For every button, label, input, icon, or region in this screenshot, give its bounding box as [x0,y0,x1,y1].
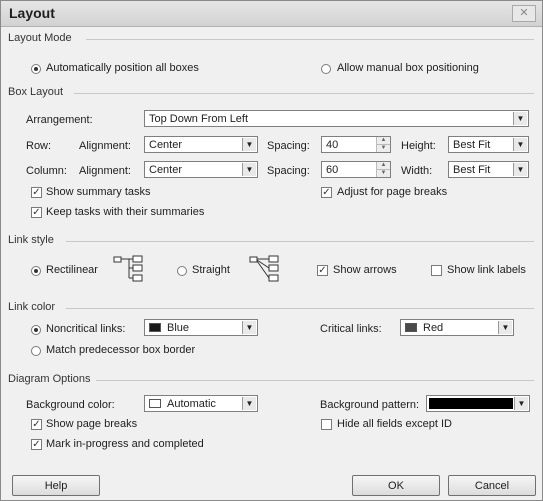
width-label: Width: [401,165,433,177]
separator [86,39,534,40]
height-value: Best Fit [453,139,491,151]
bg-pattern-label: Background pattern: [320,399,420,411]
row-spacing-spinner[interactable]: 40 ▲ ▼ [321,136,391,153]
noncritical-links-label: Noncritical links: [46,323,126,335]
dropdown-arrow-icon: ▼ [513,138,527,151]
close-button[interactable]: ✕ [512,5,536,22]
spin-up-icon[interactable]: ▲ [377,137,390,145]
match-predecessor-radio[interactable] [31,346,41,356]
column-spacing-value: 60 [326,164,339,176]
critical-links-label: Critical links: [320,323,382,335]
manual-position-radio[interactable] [321,64,331,74]
dropdown-arrow-icon: ▼ [242,397,256,410]
close-icon: ✕ [519,7,529,19]
dropdown-arrow-icon: ▼ [242,138,256,151]
dialog-title: Layout [9,5,55,21]
show-summary-label: Show summary tasks [46,186,151,198]
column-spacing-label: Spacing: [267,165,310,177]
noncritical-links-radio[interactable] [31,325,41,335]
width-value: Best Fit [453,164,491,176]
show-summary-checkbox[interactable]: ✓ [31,187,42,198]
height-label: Height: [401,140,436,152]
adjust-page-breaks-label: Adjust for page breaks [337,186,448,198]
layout-dialog: Layout ✕ Layout Mode Automatically posit… [0,0,543,501]
hide-fields-checkbox[interactable] [321,419,332,430]
mark-progress-label: Mark in-progress and completed [46,438,204,450]
critical-color-select[interactable]: Red ▼ [400,319,514,336]
separator [66,308,534,309]
column-alignment-label: Alignment: [79,165,131,177]
row-label: Row: [26,140,52,152]
column-alignment-select[interactable]: Center ▼ [144,161,258,178]
separator [66,241,534,242]
spin-up-icon[interactable]: ▲ [377,162,390,170]
bg-pattern-fill [429,398,513,409]
row-alignment-value: Center [149,139,183,151]
keep-tasks-checkbox[interactable]: ✓ [31,207,42,218]
rectilinear-label: Rectilinear [46,264,98,276]
arrangement-select[interactable]: Top Down From Left ▼ [144,110,529,127]
dropdown-arrow-icon: ▼ [514,397,528,410]
bg-pattern-select[interactable]: ▼ [426,395,530,412]
column-label: Column: [26,165,67,177]
column-alignment-value: Center [149,164,183,176]
dropdown-arrow-icon: ▼ [513,163,527,176]
keep-tasks-label: Keep tasks with their summaries [46,206,205,218]
dropdown-arrow-icon: ▼ [242,163,256,176]
rectilinear-radio[interactable] [31,266,41,276]
row-spacing-label: Spacing: [267,140,310,152]
rectilinear-link-icon [113,255,143,282]
show-link-labels-label: Show link labels [447,264,526,276]
adjust-page-breaks-checkbox[interactable]: ✓ [321,187,332,198]
ok-button[interactable]: OK [352,475,440,496]
auto-position-label: Automatically position all boxes [46,62,199,74]
separator [96,380,534,381]
show-page-breaks-checkbox[interactable]: ✓ [31,419,42,430]
cancel-button[interactable]: Cancel [448,475,536,496]
show-page-breaks-label: Show page breaks [46,418,138,430]
match-predecessor-label: Match predecessor box border [46,344,196,356]
mark-progress-checkbox[interactable]: ✓ [31,439,42,450]
dropdown-arrow-icon: ▼ [242,321,256,334]
layout-mode-heading: Layout Mode [8,32,72,44]
height-select[interactable]: Best Fit ▼ [448,136,529,153]
row-alignment-select[interactable]: Center ▼ [144,136,258,153]
spin-down-icon[interactable]: ▼ [377,145,390,152]
column-spacing-spinner[interactable]: 60 ▲ ▼ [321,161,391,178]
bg-color-value: Automatic [167,398,216,410]
auto-position-radio[interactable] [31,64,41,74]
bg-color-swatch [149,399,161,408]
straight-radio[interactable] [177,266,187,276]
spin-down-icon[interactable]: ▼ [377,170,390,177]
hide-fields-label: Hide all fields except ID [337,418,452,430]
title-bar: Layout ✕ [1,1,542,27]
critical-color-value: Red [423,322,444,334]
noncritical-swatch [149,323,161,332]
link-color-heading: Link color [8,301,56,313]
bg-color-select[interactable]: Automatic ▼ [144,395,258,412]
help-button[interactable]: Help [12,475,100,496]
straight-link-icon [249,255,279,282]
link-style-heading: Link style [8,234,54,246]
arrangement-label: Arrangement: [26,114,93,126]
box-layout-heading: Box Layout [8,86,64,98]
row-spacing-value: 40 [326,139,339,151]
straight-label: Straight [192,264,230,276]
width-select[interactable]: Best Fit ▼ [448,161,529,178]
noncritical-color-value: Blue [167,322,190,334]
separator [74,93,534,94]
dropdown-arrow-icon: ▼ [498,321,512,334]
noncritical-color-select[interactable]: Blue ▼ [144,319,258,336]
diagram-options-heading: Diagram Options [8,373,91,385]
critical-swatch [405,323,417,332]
row-alignment-label: Alignment: [79,140,131,152]
show-arrows-checkbox[interactable]: ✓ [317,265,328,276]
manual-position-label: Allow manual box positioning [337,62,479,74]
dropdown-arrow-icon: ▼ [513,112,527,125]
show-arrows-label: Show arrows [333,264,397,276]
bg-color-label: Background color: [26,399,115,411]
arrangement-value: Top Down From Left [149,113,249,125]
show-link-labels-checkbox[interactable] [431,265,442,276]
